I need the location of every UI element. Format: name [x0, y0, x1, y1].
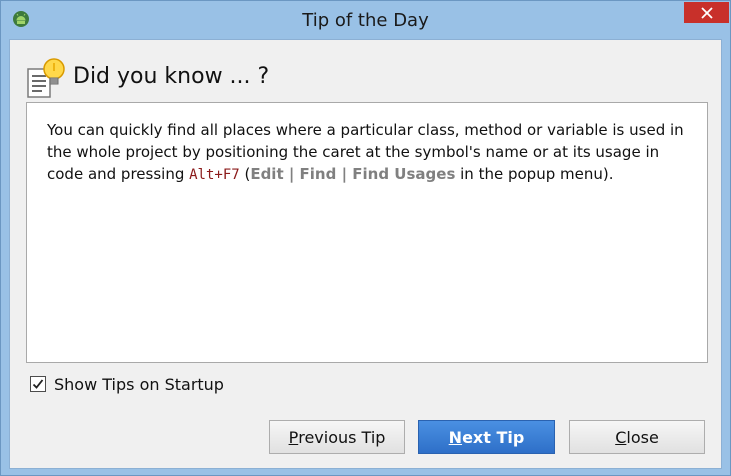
- dialog-content: Did you know ... ? You can quickly find …: [9, 39, 722, 469]
- close-window-button[interactable]: [684, 2, 729, 23]
- lightbulb-icon: [26, 57, 68, 99]
- next-tip-button[interactable]: Next Tip: [418, 420, 555, 454]
- previous-tip-label: revious Tip: [298, 427, 386, 447]
- tip-panel: You can quickly find all places where a …: [26, 102, 708, 363]
- title-bar[interactable]: Tip of the Day: [1, 1, 730, 37]
- show-tips-label: Show Tips on Startup: [54, 374, 224, 394]
- close-button[interactable]: Close: [569, 420, 705, 454]
- window-title: Tip of the Day: [302, 10, 429, 31]
- tip-text-part2: in the popup menu).: [455, 165, 614, 183]
- tip-menu-path: Edit | Find | Find Usages: [250, 165, 456, 183]
- tip-text: You can quickly find all places where a …: [47, 119, 697, 186]
- close-icon: [700, 6, 713, 19]
- checkmark-icon: [32, 379, 44, 389]
- did-you-know-heading: Did you know ... ?: [73, 64, 270, 89]
- show-tips-on-startup-checkbox[interactable]: Show Tips on Startup: [30, 374, 224, 394]
- close-label: lose: [626, 427, 659, 447]
- next-tip-mnemonic: N: [448, 427, 463, 447]
- previous-tip-mnemonic: P: [288, 427, 299, 447]
- tip-of-the-day-window: Tip of the Day Did you know ... ? You ca…: [0, 0, 731, 476]
- close-mnemonic: C: [615, 427, 627, 447]
- tip-shortcut: Alt+F7: [189, 167, 240, 183]
- checkbox-box[interactable]: [30, 376, 46, 392]
- tip-open-paren: (: [239, 165, 251, 183]
- previous-tip-button[interactable]: Previous Tip: [269, 420, 405, 454]
- next-tip-label: ext Tip: [462, 427, 525, 447]
